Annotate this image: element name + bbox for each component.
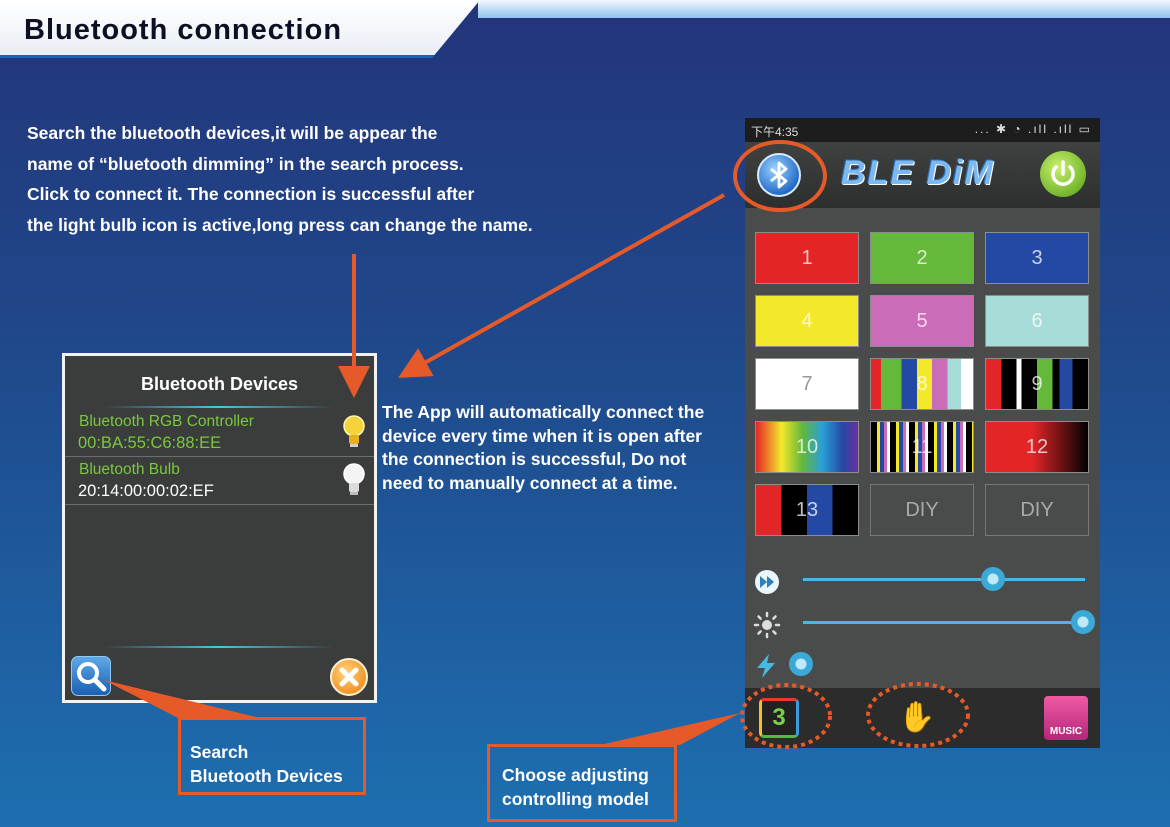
color-tile-label: 7 <box>801 372 813 395</box>
color-tile-label: 13 <box>795 498 819 521</box>
color-tile-label: DIY <box>1020 498 1054 521</box>
mode-highlight <box>740 683 832 749</box>
color-tile-label: 1 <box>801 246 813 269</box>
callout-line: controlling model <box>502 789 649 809</box>
color-tile-label: 2 <box>916 246 928 269</box>
color-tile-label: 4 <box>801 309 813 332</box>
mode-pointer <box>600 713 740 745</box>
callout-line: Choose adjusting <box>502 765 649 785</box>
bluetooth-highlight <box>733 140 827 212</box>
color-tile-label: DIY <box>905 498 939 521</box>
color-tile-label: 11 <box>911 435 933 458</box>
color-tile-label: 3 <box>1031 246 1043 269</box>
color-tile-label: 10 <box>795 435 819 458</box>
callout-line: Search <box>190 742 249 762</box>
search-callout: Search Bluetooth Devices <box>178 717 366 795</box>
color-tile-label: 5 <box>916 309 928 332</box>
color-tile-label: 9 <box>1031 372 1043 395</box>
annotation-overlay <box>104 140 970 749</box>
mode-callout: Choose adjusting controlling model <box>487 744 677 822</box>
color-tile-label: 6 <box>1031 309 1043 332</box>
hand-highlight <box>866 682 970 748</box>
callout-line: Bluetooth Devices <box>190 766 343 786</box>
arrow-to-dialog <box>398 193 725 378</box>
color-tile-label: 8 <box>916 372 928 395</box>
search-pointer <box>104 680 260 718</box>
color-tile-label: 12 <box>1025 435 1049 458</box>
